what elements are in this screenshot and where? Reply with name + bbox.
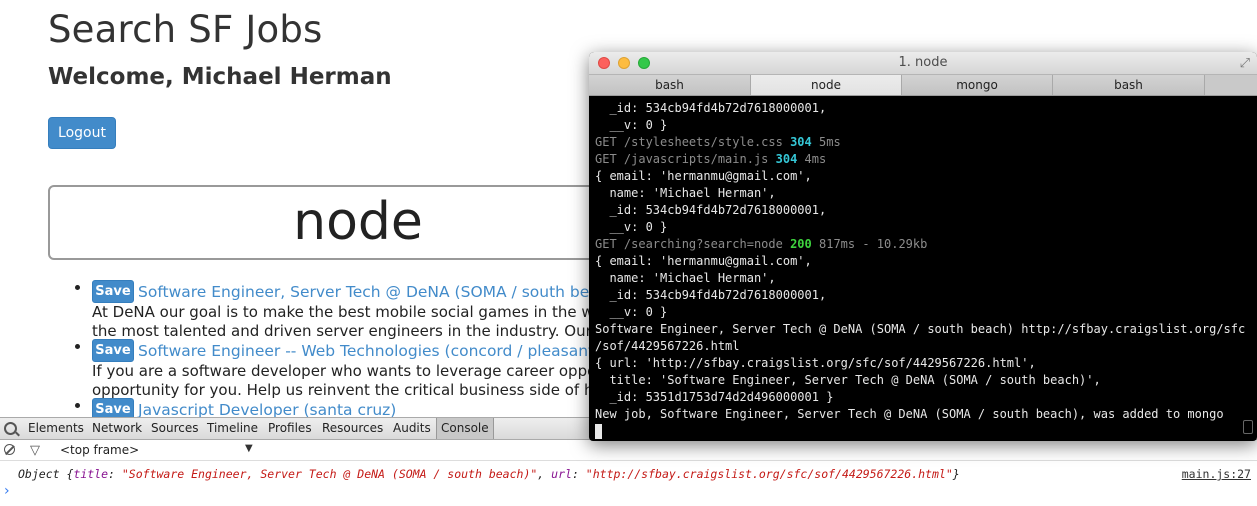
- page-title: Search SF Jobs: [48, 8, 323, 51]
- frame-selector[interactable]: <top frame>: [60, 443, 139, 457]
- console-source-link[interactable]: main.js:27: [1182, 467, 1251, 481]
- terminal-text: 4ms: [797, 152, 827, 166]
- terminal-text: { url: 'http://sfbay.craigslist.org/sfc/…: [595, 356, 1036, 370]
- terminal-line: GET /javascripts/main.js 304 4ms: [595, 151, 1251, 168]
- tab-console[interactable]: Console: [436, 418, 494, 439]
- terminal-tab-bar: bash node mongo bash: [589, 75, 1257, 96]
- terminal-line: /sof/4429567226.html: [595, 338, 1251, 355]
- welcome-message: Welcome, Michael Herman: [48, 64, 392, 90]
- console-object-suffix: }: [952, 467, 960, 481]
- terminal-text: GET /stylesheets/style.css: [595, 135, 791, 149]
- console-toolbar: ▽ <top frame> ▼: [0, 440, 1257, 461]
- terminal-title: 1. node: [898, 55, 948, 70]
- terminal-line: GET /searching?search=node 200 817ms - 1…: [595, 236, 1251, 253]
- terminal-line: _id: 5351d1753d74d2d496000001 }: [595, 389, 1251, 406]
- tab-profiles[interactable]: Profiles: [268, 418, 312, 439]
- job-title-link[interactable]: Software Engineer, Server Tech @ DeNA (S…: [138, 280, 623, 304]
- terminal-line: { email: 'hermanmu@gmail.com',: [595, 253, 1251, 270]
- logout-button[interactable]: Logout: [48, 117, 116, 149]
- tab-timeline[interactable]: Timeline: [207, 418, 258, 439]
- terminal-text: _id: 5351d1753d74d2d496000001 }: [595, 390, 834, 404]
- tab-sources[interactable]: Sources: [151, 418, 198, 439]
- terminal-line: __v: 0 }: [595, 117, 1251, 134]
- terminal-text: _id: 534cb94fd4b72d7618000001,: [595, 288, 827, 302]
- console-object-prefix: Object {: [18, 467, 74, 481]
- console-message: Object {title: "Software Engineer, Serve…: [18, 467, 960, 481]
- job-description-line: If you are a software developer who want…: [92, 362, 609, 380]
- terminal-tab-bash[interactable]: bash: [589, 75, 751, 95]
- terminal-tab-node[interactable]: node: [751, 75, 902, 95]
- bullet: [75, 403, 80, 408]
- dropdown-arrow-icon[interactable]: ▼: [245, 443, 253, 454]
- terminal-text: 817ms - 10.29kb: [811, 237, 928, 251]
- terminal-text: 200: [790, 237, 812, 251]
- terminal-line: { url: 'http://sfbay.craigslist.org/sfc/…: [595, 355, 1251, 372]
- terminal-output[interactable]: _id: 534cb94fd4b72d7618000001, __v: 0 } G…: [595, 100, 1251, 440]
- terminal-text: GET /javascripts/main.js: [595, 152, 776, 166]
- terminal-tab-bash-2[interactable]: bash: [1053, 75, 1205, 95]
- console-key: title: [73, 467, 109, 481]
- terminal-text: title: 'Software Engineer, Server Tech @…: [595, 373, 1101, 387]
- search-icon[interactable]: [4, 422, 17, 435]
- terminal-window: 1. node ⤢ bash node mongo bash _id: 534c…: [589, 52, 1257, 441]
- save-job-button[interactable]: Save: [92, 339, 134, 362]
- scroll-indicator-icon[interactable]: [1243, 420, 1253, 434]
- tab-elements[interactable]: Elements: [28, 418, 84, 439]
- terminal-titlebar: 1. node ⤢: [589, 52, 1257, 75]
- terminal-line: name: 'Michael Herman',: [595, 185, 1251, 202]
- terminal-text: __v: 0 }: [595, 305, 668, 319]
- terminal-line: __v: 0 }: [595, 304, 1251, 321]
- terminal-text: 5ms: [811, 135, 841, 149]
- tab-network[interactable]: Network: [92, 418, 142, 439]
- terminal-line: { email: 'hermanmu@gmail.com',: [595, 168, 1251, 185]
- terminal-tab-mongo[interactable]: mongo: [902, 75, 1053, 95]
- terminal-line: __v: 0 }: [595, 219, 1251, 236]
- filter-icon[interactable]: ▽: [30, 443, 40, 458]
- terminal-text: _id: 534cb94fd4b72d7618000001,: [595, 203, 827, 217]
- terminal-line: _id: 534cb94fd4b72d7618000001,: [595, 202, 1251, 219]
- console-key: url: [551, 467, 572, 481]
- clear-console-icon[interactable]: [4, 444, 15, 455]
- terminal-line: _id: 534cb94fd4b72d7618000001,: [595, 287, 1251, 304]
- terminal-text: GET /searching?search=node: [595, 237, 791, 251]
- tab-audits[interactable]: Audits: [393, 418, 431, 439]
- terminal-text: New job, Software Engineer, Server Tech …: [595, 407, 1224, 421]
- terminal-line: Software Engineer, Server Tech @ DeNA (S…: [595, 321, 1251, 338]
- terminal-text: name: 'Michael Herman',: [595, 271, 776, 285]
- save-job-button[interactable]: Save: [92, 280, 134, 303]
- console-string: "http://sfbay.craigslist.org/sfc/sof/442…: [585, 467, 953, 481]
- job-title-link[interactable]: Software Engineer -- Web Technologies (c…: [138, 339, 609, 363]
- console-prompt[interactable]: ›: [4, 483, 10, 499]
- tab-resources[interactable]: Resources: [322, 418, 383, 439]
- search-input[interactable]: node: [48, 185, 668, 260]
- terminal-line: New job, Software Engineer, Server Tech …: [595, 406, 1251, 423]
- terminal-line: _id: 534cb94fd4b72d7618000001,: [595, 100, 1251, 117]
- terminal-prompt-line[interactable]: [595, 423, 1251, 440]
- terminal-text: /sof/4429567226.html: [595, 339, 740, 353]
- terminal-text: __v: 0 }: [595, 220, 668, 234]
- terminal-line: title: 'Software Engineer, Server Tech @…: [595, 372, 1251, 389]
- terminal-line: GET /stylesheets/style.css 304 5ms: [595, 134, 1251, 151]
- terminal-line: name: 'Michael Herman',: [595, 270, 1251, 287]
- terminal-text: __v: 0 }: [595, 118, 668, 132]
- terminal-cursor: [595, 424, 602, 439]
- terminal-text: name: 'Michael Herman',: [595, 186, 776, 200]
- terminal-text: { email: 'hermanmu@gmail.com',: [595, 254, 812, 268]
- terminal-text: 304: [790, 135, 812, 149]
- terminal-text: { email: 'hermanmu@gmail.com',: [595, 169, 812, 183]
- terminal-text: _id: 534cb94fd4b72d7618000001,: [595, 101, 827, 115]
- bullet: [75, 285, 80, 290]
- terminal-text: Software Engineer, Server Tech @ DeNA (S…: [595, 322, 1246, 336]
- terminal-text: 304: [775, 152, 798, 166]
- bullet: [75, 344, 80, 349]
- job-description-line: At DeNA our goal is to make the best mob…: [92, 303, 603, 321]
- console-string: "Software Engineer, Server Tech @ DeNA (…: [121, 467, 538, 481]
- fullscreen-icon[interactable]: ⤢: [1240, 56, 1250, 71]
